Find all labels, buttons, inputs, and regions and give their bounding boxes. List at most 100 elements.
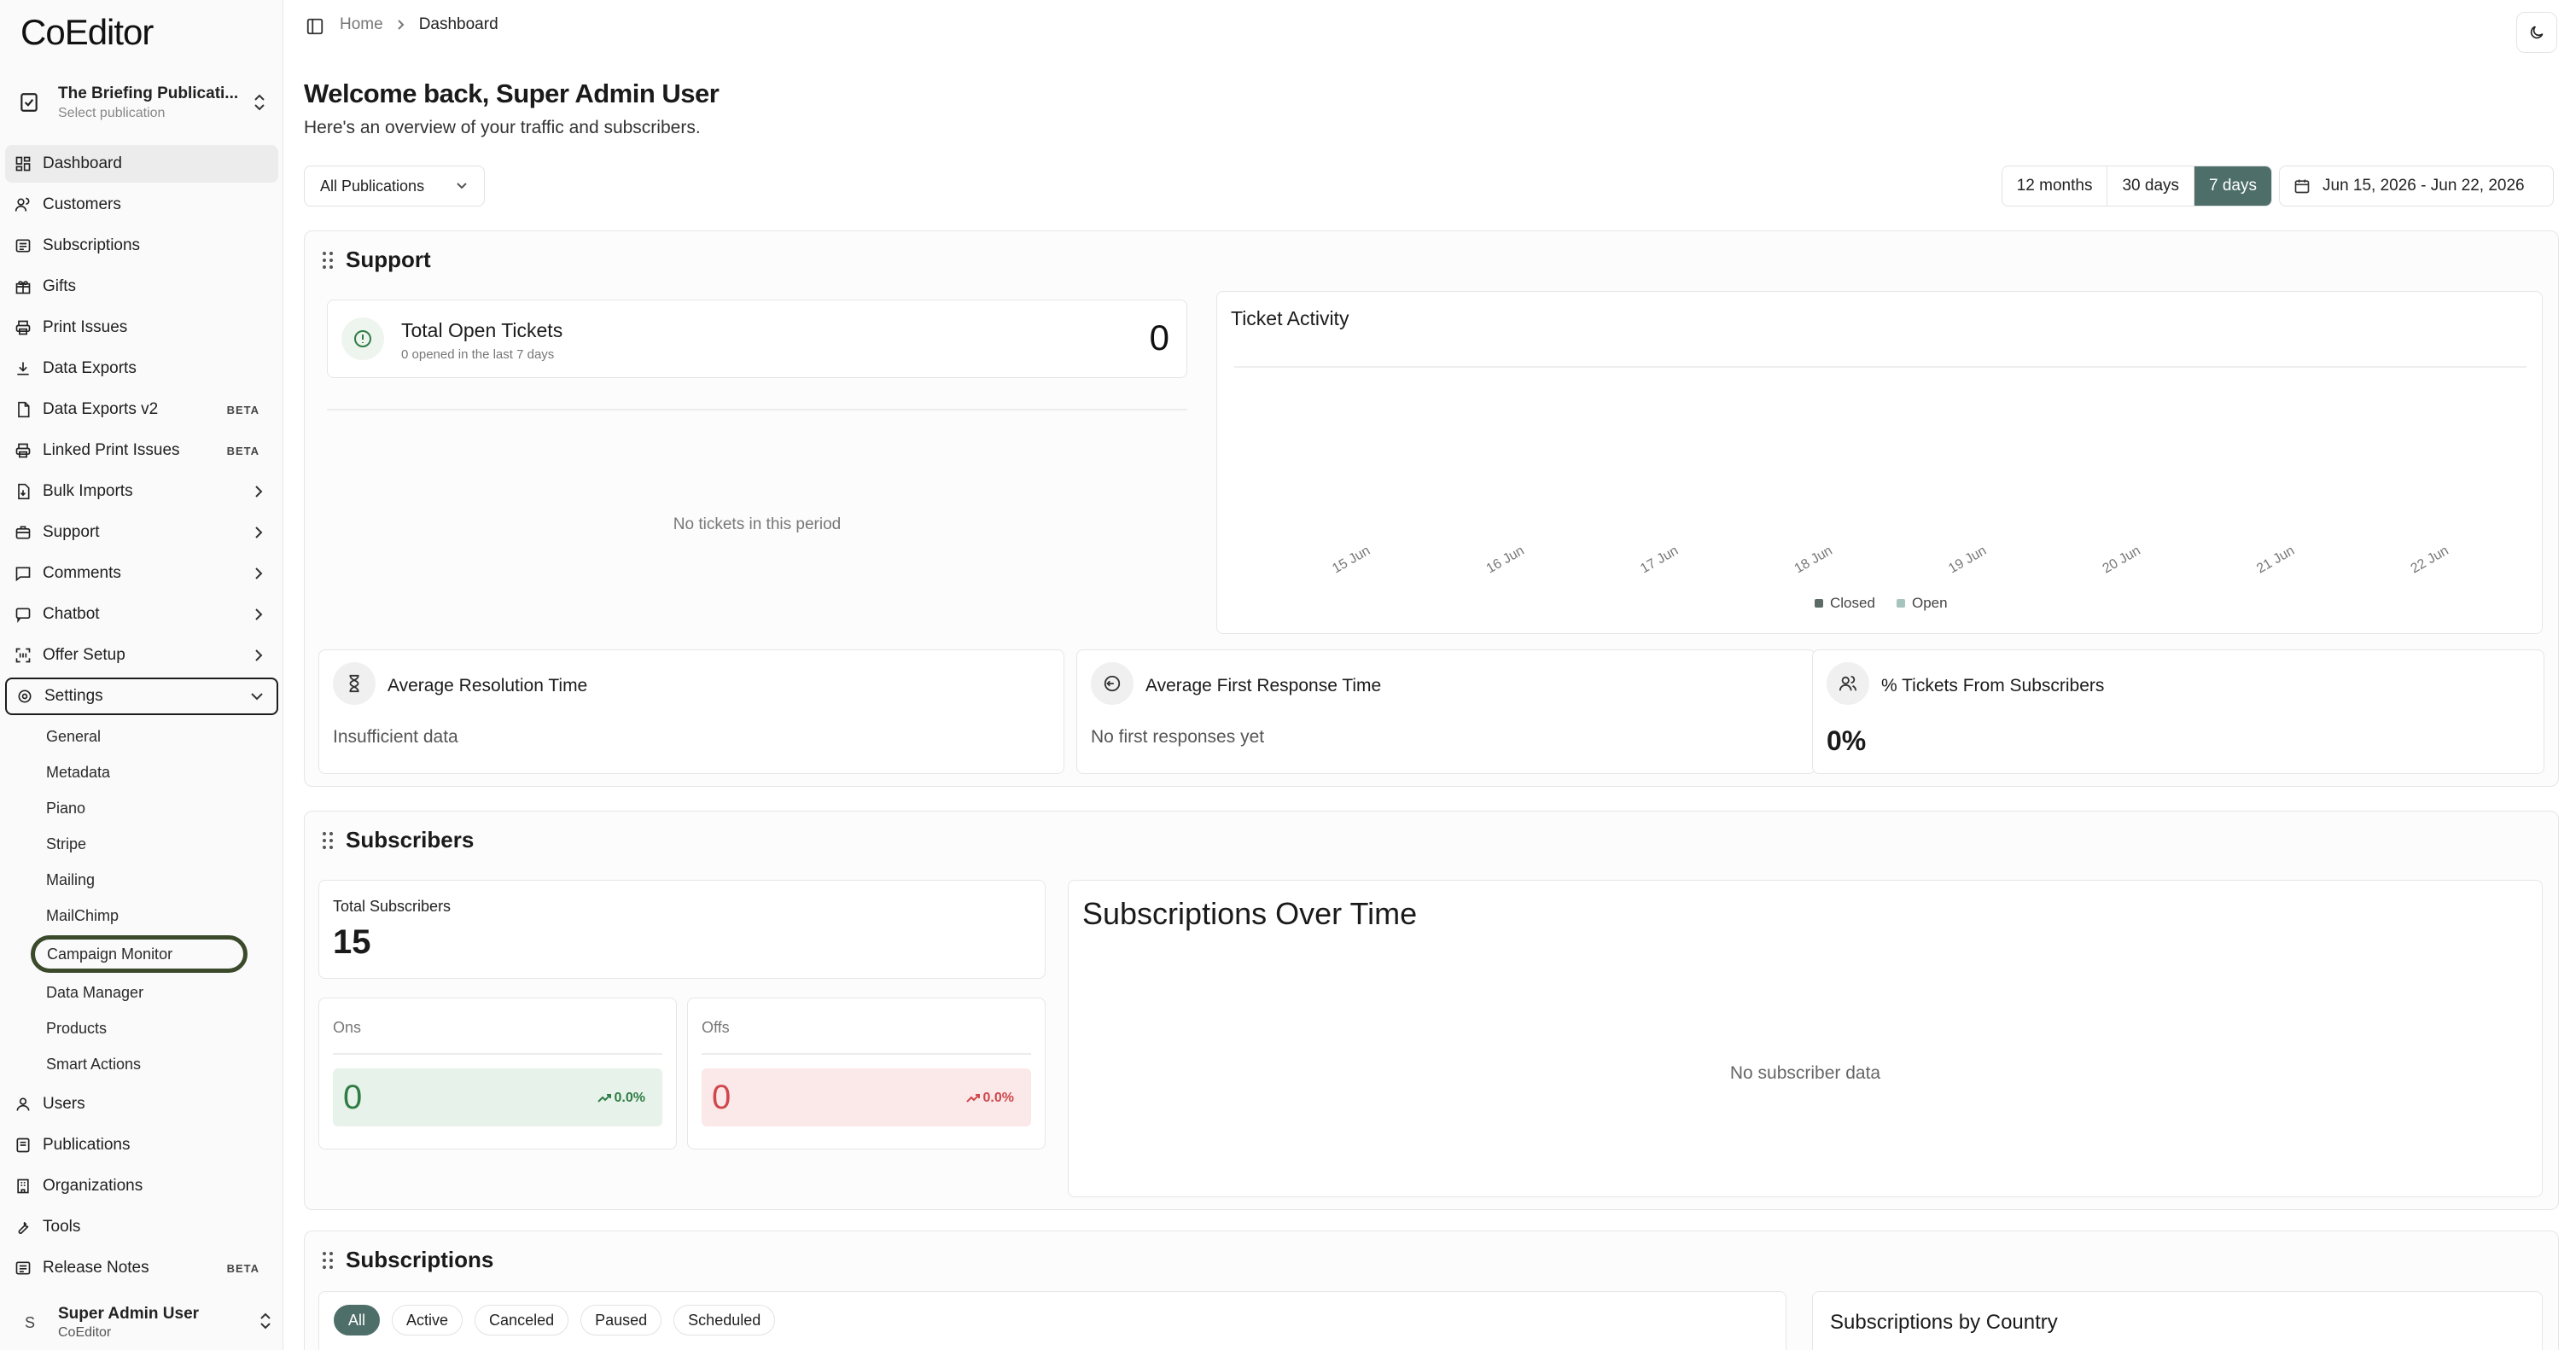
nav-item-print-issues[interactable]: Print Issues (5, 309, 278, 346)
settings-item-stripe[interactable]: Stripe (41, 826, 278, 862)
nav-label: Settings (44, 687, 103, 705)
notes-icon (14, 1259, 32, 1277)
nav-label: Bulk Imports (43, 482, 133, 500)
settings-item-products[interactable]: Products (41, 1010, 278, 1046)
settings-item-piano[interactable]: Piano (41, 790, 278, 826)
date-range-value: Jun 15, 2026 - Jun 22, 2026 (2322, 177, 2525, 195)
x-tick-label: 20 Jun (2101, 544, 2143, 577)
nav-item-bulk-imports[interactable]: Bulk Imports (5, 473, 278, 510)
drag-handle-icon[interactable] (322, 1251, 334, 1270)
main-nav: Dashboard Customers Subscriptions Gifts … (5, 145, 278, 1290)
open-tickets-title: Total Open Tickets (401, 319, 563, 341)
nav-item-comments[interactable]: Comments (5, 555, 278, 592)
no-subscriber-data-message: No subscriber data (1729, 1063, 1881, 1083)
legend-label-closed: Closed (1830, 595, 1875, 611)
settings-item-data-manager[interactable]: Data Manager (41, 975, 278, 1010)
tab-all[interactable]: All (334, 1305, 381, 1335)
publication-switcher[interactable]: The Briefing Publicati... Select publica… (14, 79, 270, 126)
nav-item-data-exports[interactable]: Data Exports (5, 350, 278, 387)
nav-item-offer-setup[interactable]: Offer Setup (5, 637, 278, 674)
support-section: Support Total Open Tickets 0 opened in t… (304, 230, 2559, 787)
tab-paused[interactable]: Paused (580, 1305, 662, 1335)
nav-item-publications[interactable]: Publications (5, 1126, 278, 1164)
x-tick-label: 21 Jun (2254, 544, 2297, 577)
drag-handle-icon[interactable] (322, 251, 334, 270)
open-tickets-subtitle: 0 opened in the last 7 days (401, 347, 555, 362)
ons-change: 0.0% (597, 1091, 645, 1106)
section-title: Subscriptions (346, 1247, 494, 1272)
settings-subnav: General Metadata Piano Stripe Mailing Ma… (5, 719, 278, 1082)
user-org: CoEditor (58, 1325, 112, 1340)
nav-item-dashboard[interactable]: Dashboard (5, 145, 278, 183)
gear-icon (15, 687, 34, 706)
nav-item-users[interactable]: Users (5, 1085, 278, 1123)
avg-first-response-card: Average First Response Time No first res… (1076, 649, 1815, 774)
nav-label: Comments (43, 564, 121, 582)
open-tickets-card: Total Open Tickets 0 opened in the last … (327, 300, 1187, 378)
ticket-activity-chart: 15 Jun 16 Jun 17 Jun 18 Jun 19 Jun 20 Jun 21 J… (1234, 366, 2526, 611)
offs-change-value: 0.0% (982, 1091, 1014, 1105)
nav-label: Data Exports v2 (43, 400, 159, 418)
settings-item-mailchimp[interactable]: MailChimp (41, 898, 278, 934)
settings-item-metadata[interactable]: Metadata (41, 754, 278, 790)
publication-subtitle: Select publication (58, 105, 166, 120)
chevron-right-icon (251, 566, 266, 581)
settings-item-campaign-monitor[interactable]: Campaign Monitor (31, 935, 248, 973)
nav-label: Offer Setup (43, 646, 125, 664)
settings-item-mailing[interactable]: Mailing (41, 862, 278, 898)
range-7-days-button[interactable]: 7 days (2194, 166, 2271, 206)
publication-select[interactable]: All Publications (304, 166, 485, 207)
top-bar: Home Dashboard (283, 0, 2576, 53)
tab-scheduled[interactable]: Scheduled (673, 1305, 776, 1335)
page-subtitle: Here's an overview of your traffic and s… (304, 118, 701, 137)
tab-active[interactable]: Active (392, 1305, 463, 1335)
users-icon (14, 195, 32, 214)
total-subscribers-card: Total Subscribers 15 (318, 880, 1046, 979)
ons-value: 0 (343, 1079, 363, 1116)
hourglass-icon (333, 662, 376, 705)
range-30-days-button[interactable]: 30 days (2107, 166, 2195, 206)
nav-label: Customers (43, 195, 121, 213)
beta-badge: BETA (226, 1261, 259, 1275)
avatar: S (24, 1313, 35, 1331)
nav-item-subscriptions[interactable]: Subscriptions (5, 227, 278, 265)
nav-item-chatbot[interactable]: Chatbot (5, 596, 278, 633)
book-icon (14, 1136, 32, 1155)
legend-label-open: Open (1912, 595, 1948, 611)
ons-label: Ons (333, 1019, 362, 1036)
section-title: Subscribers (346, 827, 475, 852)
nav-item-customers[interactable]: Customers (5, 186, 278, 224)
settings-item-smart-actions[interactable]: Smart Actions (41, 1046, 278, 1082)
nav-label: Linked Print Issues (43, 441, 180, 459)
nav-label: Release Notes (43, 1259, 149, 1277)
tab-canceled[interactable]: Canceled (475, 1305, 569, 1335)
legend-swatch-open (1897, 599, 1905, 608)
nav-item-data-exports-v2[interactable]: Data Exports v2 BETA (5, 391, 278, 428)
nav-item-support[interactable]: Support (5, 514, 278, 551)
date-range-picker[interactable]: Jun 15, 2026 - Jun 22, 2026 (2279, 166, 2554, 207)
nav-label: Data Exports (43, 359, 137, 377)
nav-item-release-notes[interactable]: Release Notes BETA (5, 1249, 278, 1287)
theme-toggle-button[interactable] (2516, 12, 2557, 53)
message-reply-icon (1091, 662, 1134, 705)
nav-item-gifts[interactable]: Gifts (5, 268, 278, 305)
settings-item-general[interactable]: General (41, 719, 278, 754)
nav-label: Organizations (43, 1177, 143, 1195)
user-menu[interactable]: S Super Admin User CoEditor (12, 1301, 273, 1345)
nav-item-tools[interactable]: Tools (5, 1208, 278, 1246)
avg-resolution-card: Average Resolution Time Insufficient dat… (318, 649, 1064, 774)
sidebar-toggle-icon[interactable] (306, 17, 326, 38)
breadcrumb-home[interactable]: Home (340, 15, 383, 34)
avg-first-response-title: Average First Response Time (1145, 676, 1382, 695)
list-icon (14, 236, 32, 255)
offs-change: 0.0% (965, 1091, 1014, 1106)
nav-item-linked-print-issues[interactable]: Linked Print Issues BETA (5, 432, 278, 469)
main-content: Welcome back, Super Admin User Here's an… (304, 53, 2559, 1350)
nav-item-settings[interactable]: Settings (5, 678, 278, 715)
no-tickets-message: No tickets in this period (327, 409, 1187, 639)
nav-item-organizations[interactable]: Organizations (5, 1167, 278, 1205)
range-12-months-button[interactable]: 12 months (2002, 166, 2108, 206)
drag-handle-icon[interactable] (322, 831, 334, 850)
pct-from-subscribers-title: % Tickets From Subscribers (1881, 676, 2105, 695)
user-name: Super Admin User (58, 1305, 200, 1323)
